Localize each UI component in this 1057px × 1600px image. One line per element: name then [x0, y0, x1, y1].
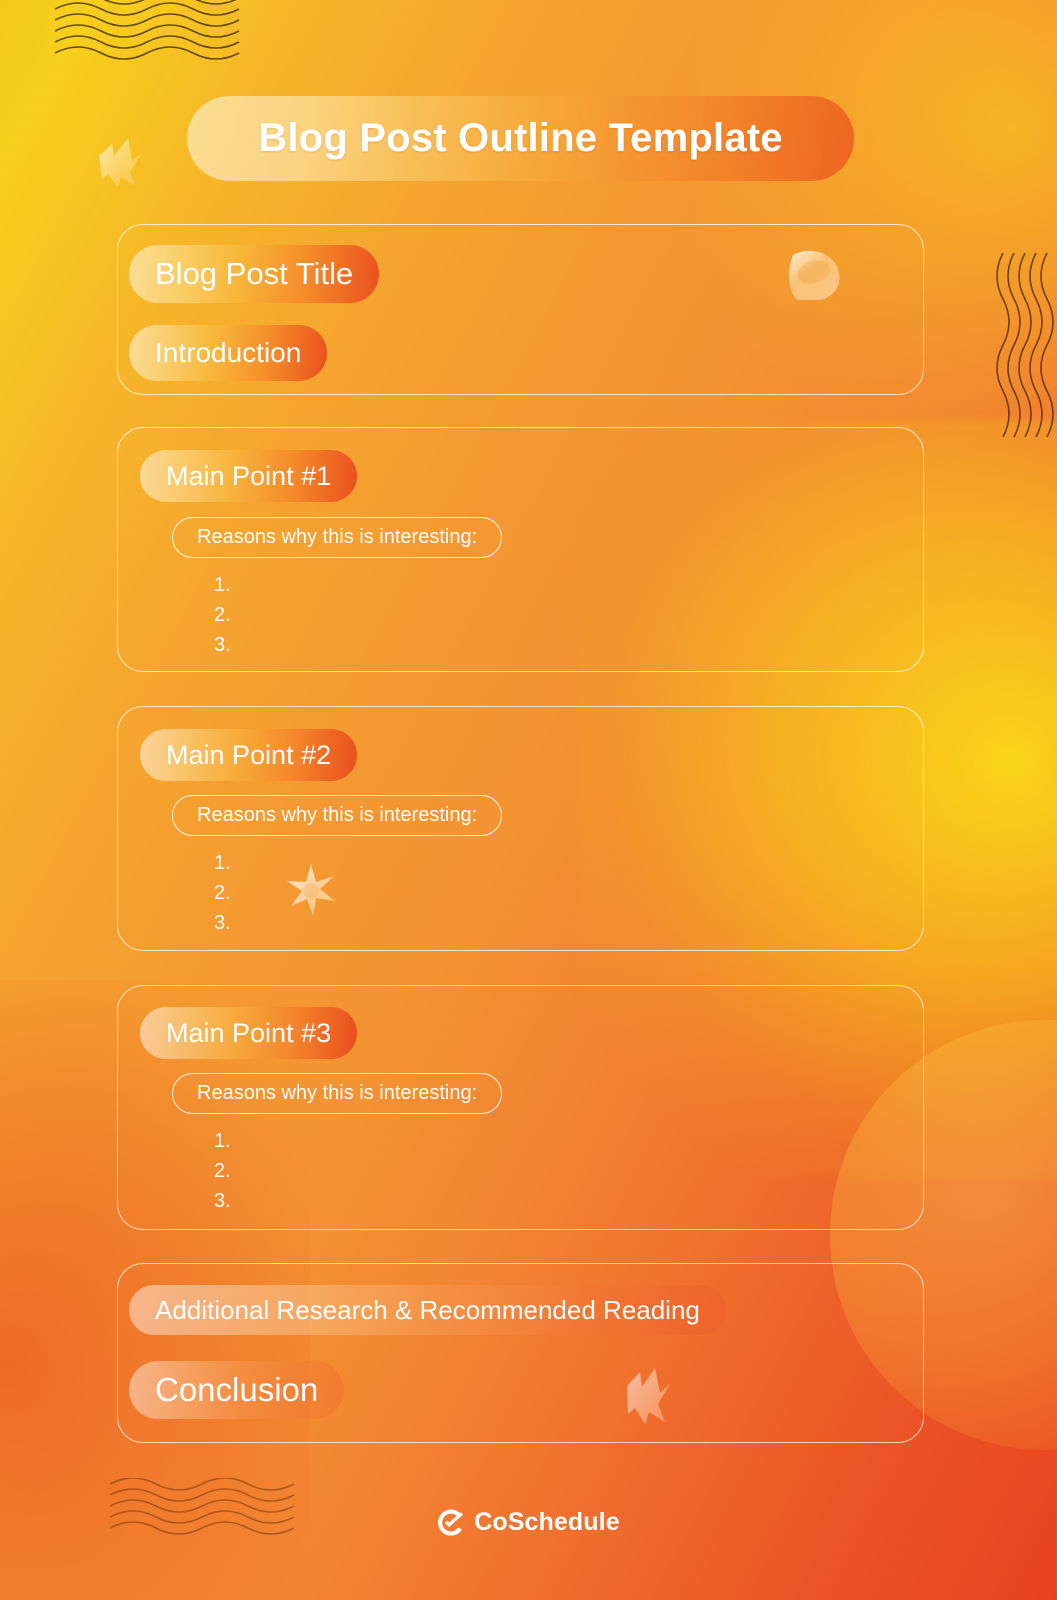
field-blog-post-title-label: Blog Post Title	[155, 256, 354, 291]
field-additional-research[interactable]: Additional Research & Recommended Readin…	[129, 1285, 726, 1335]
field-reasons-1[interactable]: Reasons why this is interesting:	[172, 517, 503, 558]
list-reasons-1: 1. 2. 3.	[214, 570, 231, 660]
field-additional-research-label: Additional Research & Recommended Readin…	[155, 1294, 700, 1325]
page-title: Blog Post Outline Template	[258, 116, 783, 160]
field-conclusion[interactable]: Conclusion	[129, 1361, 345, 1419]
list-reasons-3: 1. 2. 3.	[214, 1126, 231, 1216]
brand-name: CoSchedule	[474, 1508, 620, 1536]
field-reasons-3[interactable]: Reasons why this is interesting:	[172, 1073, 503, 1114]
wavy-lines-right-icon	[993, 253, 1057, 438]
field-introduction[interactable]: Introduction	[129, 325, 328, 381]
header-title-pill: Blog Post Outline Template	[187, 96, 854, 181]
zigzag-top-left-icon	[92, 134, 148, 197]
list-item[interactable]: 3.	[214, 1186, 231, 1216]
field-reasons-3-label: Reasons why this is interesting:	[197, 1082, 478, 1104]
list-item[interactable]: 1.	[214, 1126, 231, 1156]
field-main-point-2-label: Main Point #2	[166, 739, 332, 770]
field-main-point-2[interactable]: Main Point #2	[140, 729, 358, 781]
list-item[interactable]: 2.	[214, 600, 231, 630]
list-item[interactable]: 1.	[214, 848, 231, 878]
field-reasons-2-label: Reasons why this is interesting:	[197, 804, 478, 826]
check-circle-icon	[438, 1509, 464, 1536]
field-main-point-1-label: Main Point #1	[166, 460, 332, 491]
field-main-point-3-label: Main Point #3	[166, 1017, 332, 1048]
list-item[interactable]: 1.	[214, 570, 231, 600]
list-item[interactable]: 2.	[214, 1156, 231, 1186]
list-item[interactable]: 3.	[214, 908, 231, 938]
list-reasons-2: 1. 2. 3.	[214, 848, 231, 938]
field-reasons-1-label: Reasons why this is interesting:	[197, 526, 478, 548]
infographic-canvas: Blog Post Outline Template Blog Post Tit…	[0, 0, 1057, 1600]
list-item[interactable]: 3.	[214, 630, 231, 660]
field-blog-post-title[interactable]: Blog Post Title	[129, 245, 380, 303]
field-main-point-3[interactable]: Main Point #3	[140, 1007, 358, 1059]
list-item[interactable]: 2.	[214, 878, 231, 908]
wavy-lines-top-left-icon	[55, 0, 245, 64]
field-conclusion-label: Conclusion	[155, 1371, 319, 1408]
field-introduction-label: Introduction	[155, 337, 302, 368]
footer-logo[interactable]: CoSchedule	[0, 1508, 1057, 1537]
field-main-point-1[interactable]: Main Point #1	[140, 450, 358, 502]
field-reasons-2[interactable]: Reasons why this is interesting:	[172, 795, 503, 836]
